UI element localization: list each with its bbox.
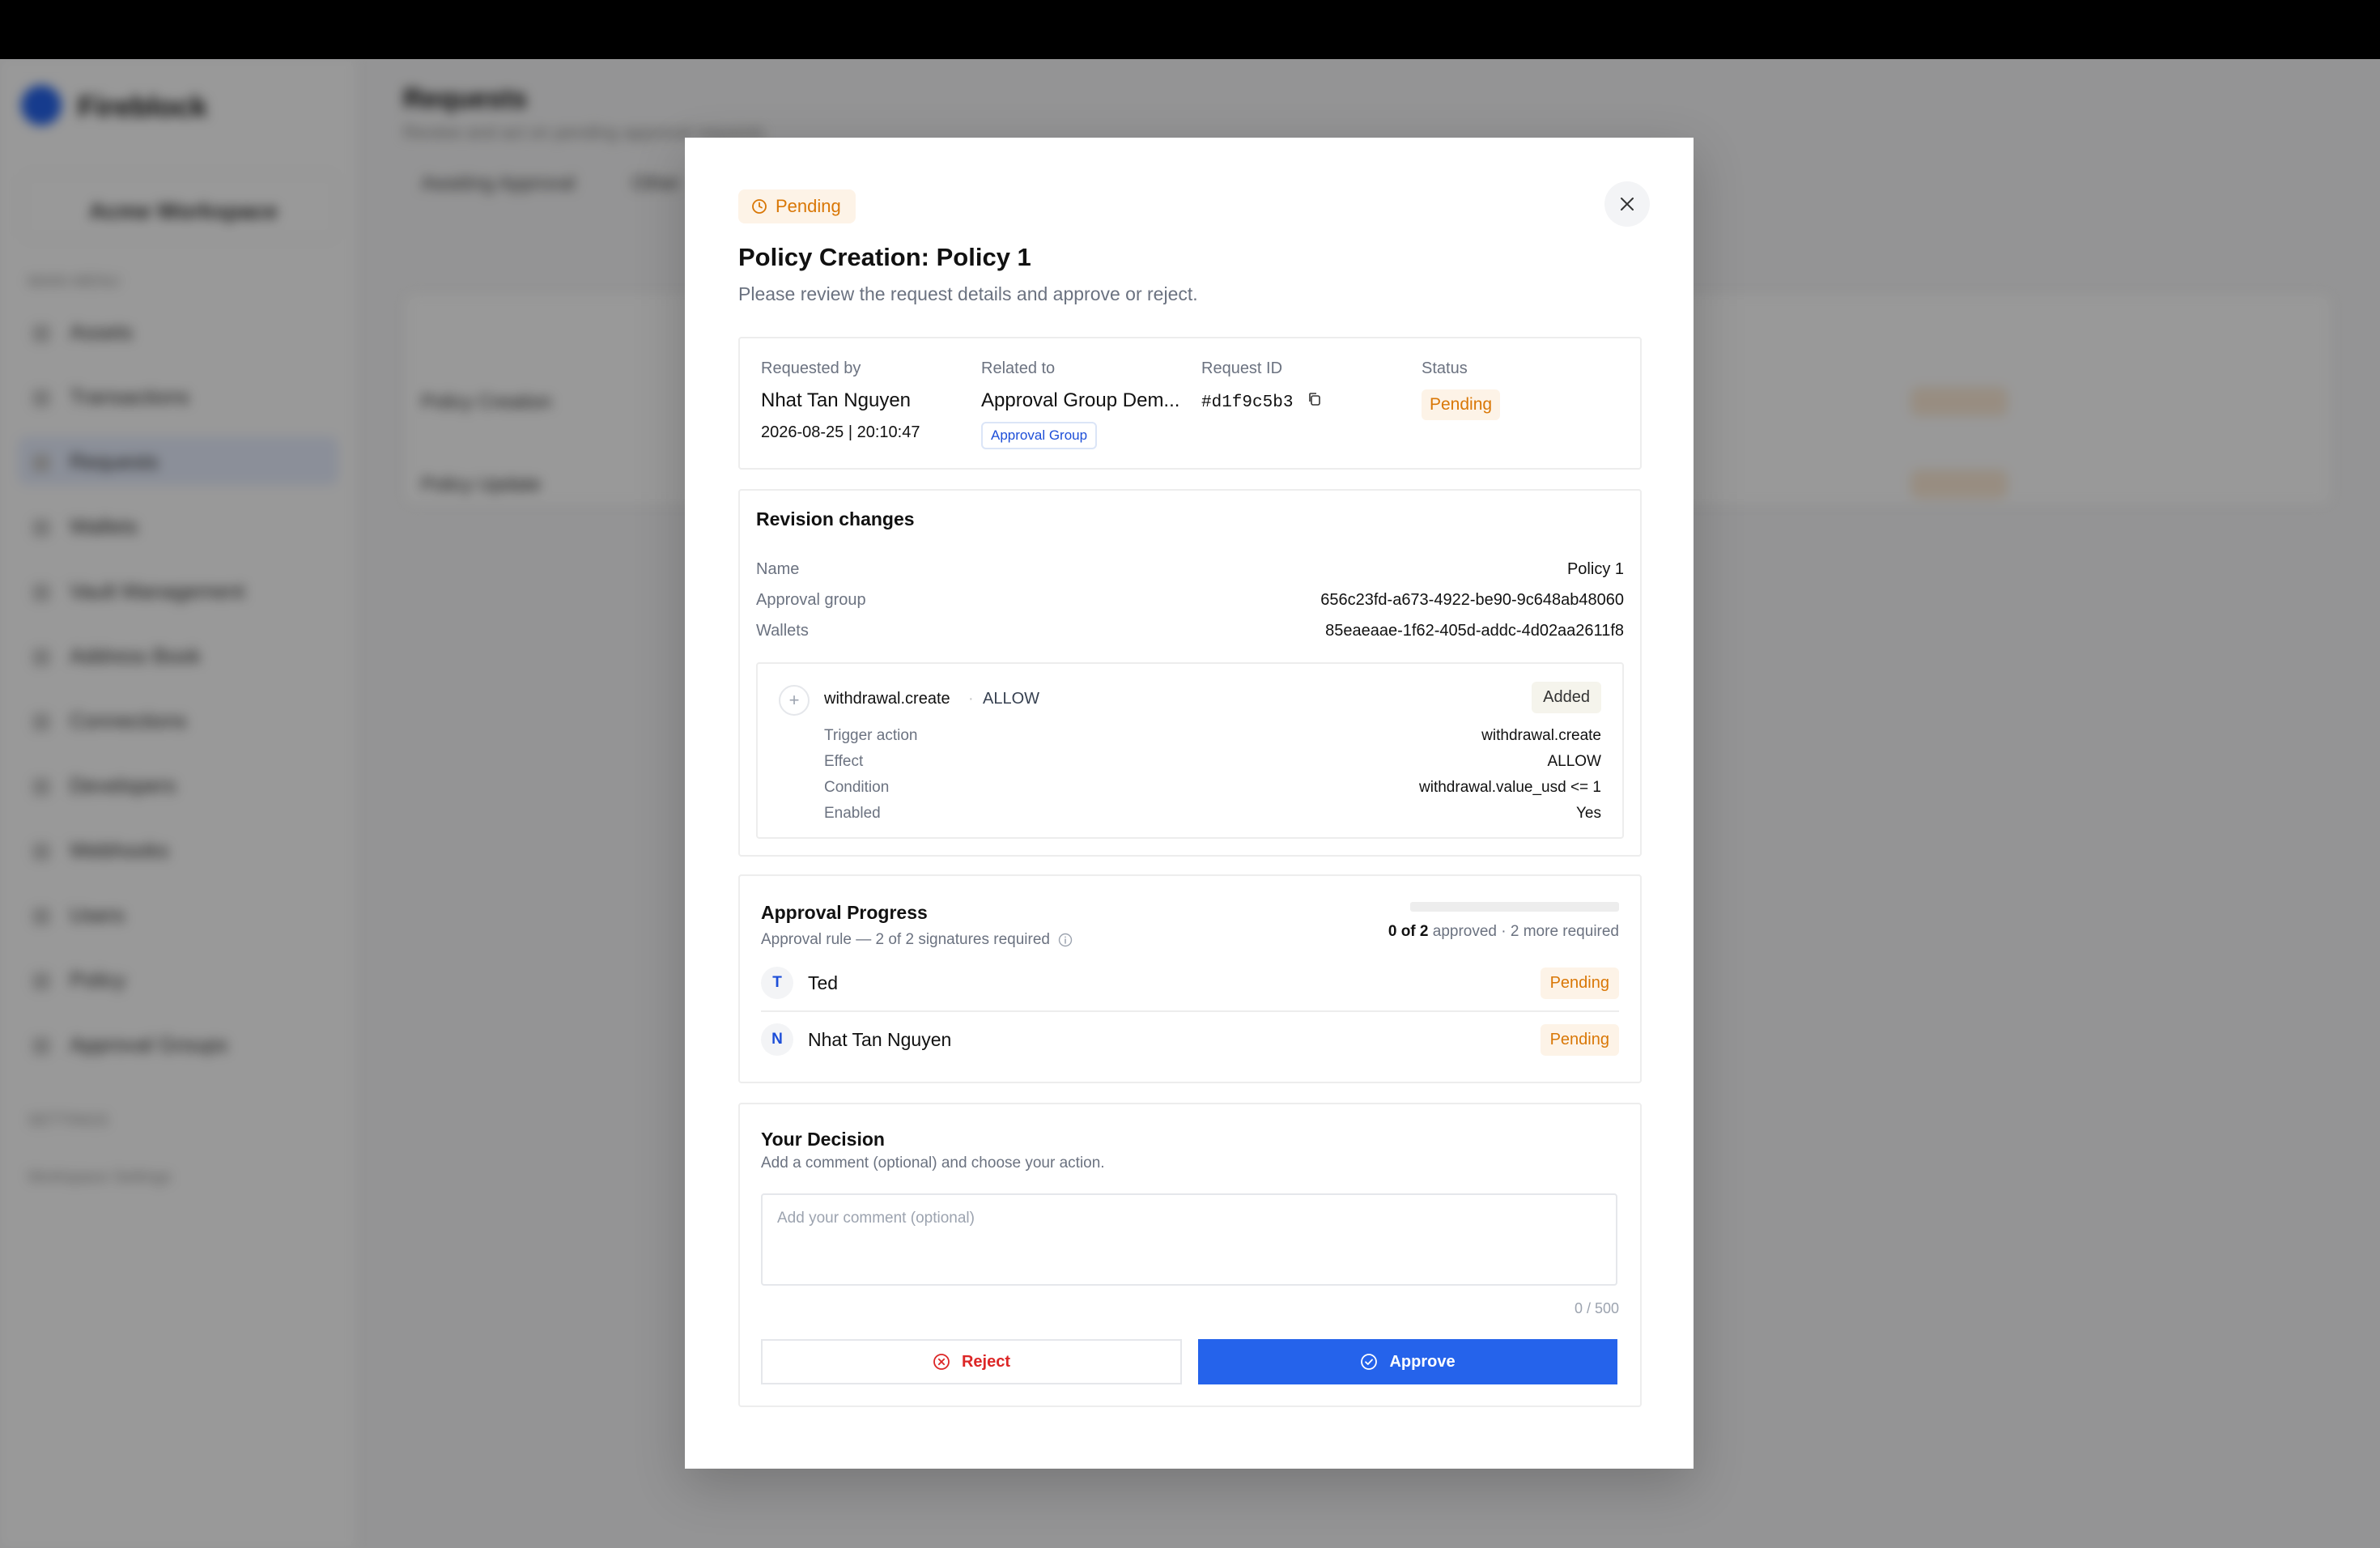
char-counter: 0 / 500 [1574,1300,1619,1316]
field-value: Policy 1 [1566,560,1624,578]
decision-subtitle: Add a comment (optional) and choose your… [761,1155,1105,1172]
request-id-row: #d1f9c5b3 [1201,389,1323,413]
related-to-label: Related to [981,359,1056,377]
approved-count-value: 0 of 2 [1388,923,1429,940]
close-button[interactable] [1604,181,1650,227]
field-label: Approval group [756,591,866,609]
revision-field: Wallets 85eaeaae-1f62-405d-addc-4d02aa26… [756,622,1624,640]
approval-rule-row: Approval rule — 2 of 2 signatures requir… [761,931,1073,949]
close-icon [1621,198,1634,211]
revision-changes-card: Revision changes Name Policy 1 Approval … [738,489,1642,857]
x-circle-icon [933,1354,950,1370]
approver-row: N Nhat Tan Nguyen Pending [761,1015,1619,1064]
status-badge-label: Pending [776,196,841,216]
rule-detail: Condition withdrawal.value_usd <= 1 [824,779,1601,797]
approver-row: T Ted Pending [761,959,1619,1007]
approval-progress-card: Approval Progress Approval rule — 2 of 2… [738,874,1642,1083]
related-to-column: Related to Approval Group Dem... Approva… [981,359,1184,449]
avatar: N [761,1023,793,1056]
decision-card: Your Decision Add a comment (optional) a… [738,1103,1642,1407]
request-id-column: Request ID #d1f9c5b3 [1201,359,1323,413]
avatar: T [761,967,793,999]
copy-button[interactable] [1307,390,1323,413]
request-id-label: Request ID [1201,359,1283,377]
rule-detail-label: Trigger action [824,727,918,744]
requested-by-value: Nhat Tan Nguyen [761,389,912,411]
info-icon[interactable] [1058,933,1073,947]
rule-effect: ALLOW [983,690,1040,708]
approver-divider [761,1010,1619,1012]
field-label: Wallets [756,622,809,640]
approver-status-badge: Pending [1540,1023,1619,1056]
added-badge: Added [1532,682,1601,713]
requested-by-label: Requested by [761,359,861,377]
rule-change-box: + withdrawal.create · ALLOW Added Trigge… [756,662,1624,839]
rule-detail-value: Yes [1576,805,1601,822]
decision-title: Your Decision [761,1129,885,1150]
rule-detail-label: Condition [824,779,890,796]
request-info-card: Requested by Nhat Tan Nguyen 2026-08-25 … [738,337,1642,470]
plus-icon: + [779,685,810,716]
approved-count: 0 of 2 approved · 2 more required [1388,923,1619,941]
request-review-modal: Pending Policy Creation: Policy 1 Please… [685,138,1694,1469]
requested-at-value: 2026-08-25 | 20:10:47 [761,423,920,441]
reject-button[interactable]: Reject [761,1339,1182,1384]
rule-detail: Effect ALLOW [824,753,1601,771]
rule-detail-value: withdrawal.value_usd <= 1 [1419,779,1601,796]
related-type-tag: Approval Group [981,422,1098,449]
progress-bar [1410,902,1619,912]
approval-rule-text: Approval rule — 2 of 2 signatures requir… [761,931,1050,948]
status-value-badge: Pending [1422,389,1501,420]
field-value: 85eaeaae-1f62-405d-addc-4d02aa2611f8 [1325,622,1624,640]
approver-status-badge: Pending [1540,967,1619,999]
rule-detail: Trigger action withdrawal.create [824,727,1601,745]
progress-title: Approval Progress [761,902,928,923]
revision-field: Name Policy 1 [756,560,1624,579]
revision-title: Revision changes [756,508,915,529]
field-value: 656c23fd-a673-4922-be90-9c648ab48060 [1320,591,1624,609]
approve-label: Approve [1389,1352,1456,1371]
reject-label: Reject [961,1352,1011,1371]
rule-detail: Enabled Yes [824,805,1601,823]
approve-button[interactable]: Approve [1198,1339,1617,1384]
rule-name: withdrawal.create [824,690,950,708]
rule-separator: · [968,690,974,708]
status-badge: Pending [738,189,856,223]
rule-detail-label: Enabled [824,805,881,822]
approved-count-suffix: approved · 2 more required [1428,923,1619,940]
rule-detail-value: ALLOW [1547,753,1601,770]
clock-icon [752,199,767,214]
field-label: Name [756,560,800,578]
approver-name: Nhat Tan Nguyen [808,1028,952,1050]
top-black-bar [0,0,2380,59]
request-id-value: #d1f9c5b3 [1201,393,1294,412]
rule-detail-value: withdrawal.create [1481,727,1601,744]
copy-icon [1309,392,1320,406]
rule-detail-label: Effect [824,753,864,770]
status-label: Status [1422,359,1468,377]
revision-field: Approval group 656c23fd-a673-4922-be90-9… [756,591,1624,610]
modal-subtitle: Please review the request details and ap… [738,283,1198,304]
related-to-link[interactable]: Approval Group Dem... [981,389,1184,412]
comment-input[interactable] [761,1193,1617,1286]
status-column: Status Pending [1422,359,1501,420]
modal-title: Policy Creation: Policy 1 [738,243,1031,271]
requested-by-column: Requested by Nhat Tan Nguyen 2026-08-25 … [761,359,920,442]
check-circle-icon [1361,1354,1378,1370]
approver-name: Ted [808,972,839,993]
